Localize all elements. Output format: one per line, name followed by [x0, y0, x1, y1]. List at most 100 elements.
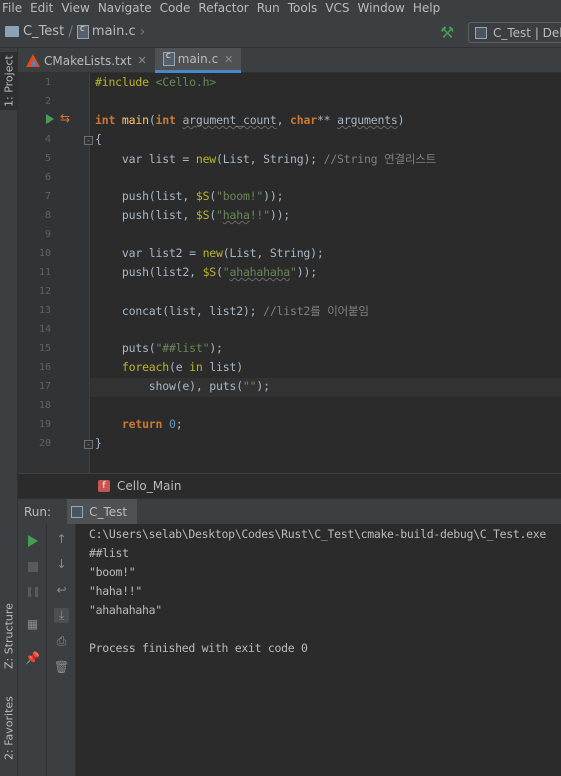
code-token: main — [121, 113, 149, 127]
rerun-button[interactable] — [25, 533, 40, 548]
run-configuration-select[interactable]: C_Test | Deb — [468, 22, 561, 43]
line-number: 17 — [38, 381, 51, 392]
code-token: "##list" — [155, 341, 210, 355]
code-token: #include — [95, 75, 156, 89]
pause-button[interactable] — [25, 584, 40, 599]
code-token: ** — [316, 113, 338, 127]
breadcrumb-chevron-icon: › — [139, 23, 146, 40]
run-toolbar: ▦ 📌 — [18, 524, 47, 776]
code-token: int — [155, 113, 176, 127]
editor-gutter: 1 2 3 4 5 6 7 8 9 10 11 12 13 14 15 16 1… — [18, 73, 93, 473]
code-token: push(list, — [95, 208, 196, 222]
console-output[interactable]: C:\Users\selab\Desktop\Codes\Rust\C_Test… — [76, 524, 561, 776]
scroll-to-end-button[interactable]: ⤓ — [54, 608, 69, 623]
tab-main-c[interactable]: main.c ✕ — [154, 48, 242, 73]
code-comment: //list2를 이어붙임 — [263, 304, 369, 318]
code-token: $S — [195, 189, 210, 203]
code-token: argument_count — [182, 113, 277, 127]
code-token: (List, String); — [216, 152, 324, 166]
code-editor[interactable]: 1 2 3 4 5 6 7 8 9 10 11 12 13 14 15 16 1… — [18, 73, 561, 473]
code-token: 0 — [168, 417, 176, 431]
console-line: "boom!" — [89, 565, 136, 579]
line-number: 10 — [38, 248, 51, 259]
menu-vcs[interactable]: VCS — [321, 0, 353, 16]
menu-window[interactable]: Window — [354, 0, 409, 16]
breadcrumb-project[interactable]: C_Test — [0, 24, 64, 39]
code-token: $S — [195, 208, 210, 222]
favorites-tool-tab[interactable]: 2: Favorites — [0, 688, 18, 768]
project-name: C_Test — [23, 24, 65, 39]
menu-edit[interactable]: Edit — [26, 0, 57, 16]
console-line: ##list — [89, 546, 129, 560]
run-config-icon — [71, 505, 84, 518]
tab-cmakelists[interactable]: CMakeLists.txt ✕ — [18, 48, 155, 73]
scroll-up-button[interactable]: ↑ — [54, 531, 69, 546]
soft-wrap-button[interactable]: ↩ — [54, 582, 69, 597]
project-tool-tab[interactable]: 1: Project — [0, 52, 18, 110]
structure-tool-label: Z: Structure — [2, 603, 16, 669]
code-token: concat(list, list2); — [95, 304, 264, 318]
code-line: concat(list, list2); //list2를 이어붙임 — [95, 303, 369, 319]
line-number: 6 — [44, 172, 51, 183]
code-line: push(list, $S("boom!")); — [95, 189, 284, 203]
function-breadcrumb[interactable]: f Cello_Main — [18, 473, 561, 497]
close-icon[interactable]: ✕ — [224, 53, 233, 66]
stop-button[interactable] — [25, 559, 40, 574]
menu-tools[interactable]: Tools — [284, 0, 322, 16]
function-name: Cello_Main — [117, 478, 182, 493]
favorites-tool-label: 2: Favorites — [2, 696, 16, 760]
run-toolbar-secondary: ↑ ↓ ↩ ⤓ ⎙ 🗑 — [47, 524, 76, 776]
scroll-end-icon: ⤓ — [58, 608, 65, 622]
code-token: " — [222, 265, 230, 279]
clear-button[interactable]: 🗑 — [54, 659, 69, 674]
code-line: { — [95, 132, 102, 146]
line-number: 15 — [38, 343, 51, 354]
run-panel-label: Run: — [24, 504, 52, 519]
code-token: show(e), puts( — [95, 379, 243, 393]
layout-icon: ▦ — [26, 616, 39, 631]
line-number: 18 — [38, 400, 51, 411]
menu-help[interactable]: Help — [409, 0, 444, 16]
breadcrumb-separator: / — [68, 23, 73, 40]
code-token: new — [195, 152, 217, 166]
run-gutter-icon[interactable] — [46, 114, 54, 124]
structure-tool-tab[interactable]: Z: Structure — [0, 596, 18, 676]
menu-code[interactable]: Code — [156, 0, 195, 16]
menu-bar: File Edit View Navigate Code Refactor Ru… — [0, 0, 561, 16]
menu-navigate[interactable]: Navigate — [94, 0, 156, 16]
fold-icon[interactable]: - — [84, 136, 93, 145]
function-icon: f — [98, 479, 110, 492]
menu-run[interactable]: Run — [253, 0, 284, 16]
print-button[interactable]: ⎙ — [54, 634, 69, 649]
code-line: } — [95, 436, 102, 450]
code-token: char — [290, 113, 317, 127]
wrap-icon: ↩ — [56, 582, 67, 597]
project-tool-label: 1: Project — [2, 55, 16, 107]
code-token: $S — [202, 265, 217, 279]
code-token: )); — [263, 189, 284, 203]
file-name: main.c — [91, 24, 136, 39]
menu-view[interactable]: View — [57, 0, 93, 16]
breadcrumb-file[interactable]: main.c › — [76, 23, 149, 40]
line-number: 2 — [44, 96, 51, 107]
line-number: 12 — [38, 286, 51, 297]
menu-file[interactable]: File — [0, 0, 26, 16]
line-number: 5 — [44, 153, 51, 164]
scroll-down-button[interactable]: ↓ — [54, 556, 69, 571]
menu-refactor[interactable]: Refactor — [194, 0, 252, 16]
code-token: (e — [168, 360, 190, 374]
layout-button[interactable]: ▦ — [25, 616, 40, 631]
fold-icon[interactable]: - — [84, 440, 93, 449]
code-token: push(list2, — [95, 265, 203, 279]
code-token: ); — [256, 379, 270, 393]
pin-button[interactable]: 📌 — [25, 650, 40, 665]
c-file-icon — [162, 51, 175, 66]
build-hammer-icon[interactable]: ⚒ — [440, 23, 454, 42]
line-number: 1 — [44, 77, 51, 88]
line-number: 4 — [44, 134, 51, 145]
code-token: foreach — [95, 360, 169, 374]
navigate-declaration-icon[interactable]: ⇆ — [60, 111, 70, 125]
run-tab[interactable]: C_Test — [67, 498, 138, 525]
print-icon: ⎙ — [56, 634, 67, 648]
close-icon[interactable]: ✕ — [138, 54, 147, 67]
